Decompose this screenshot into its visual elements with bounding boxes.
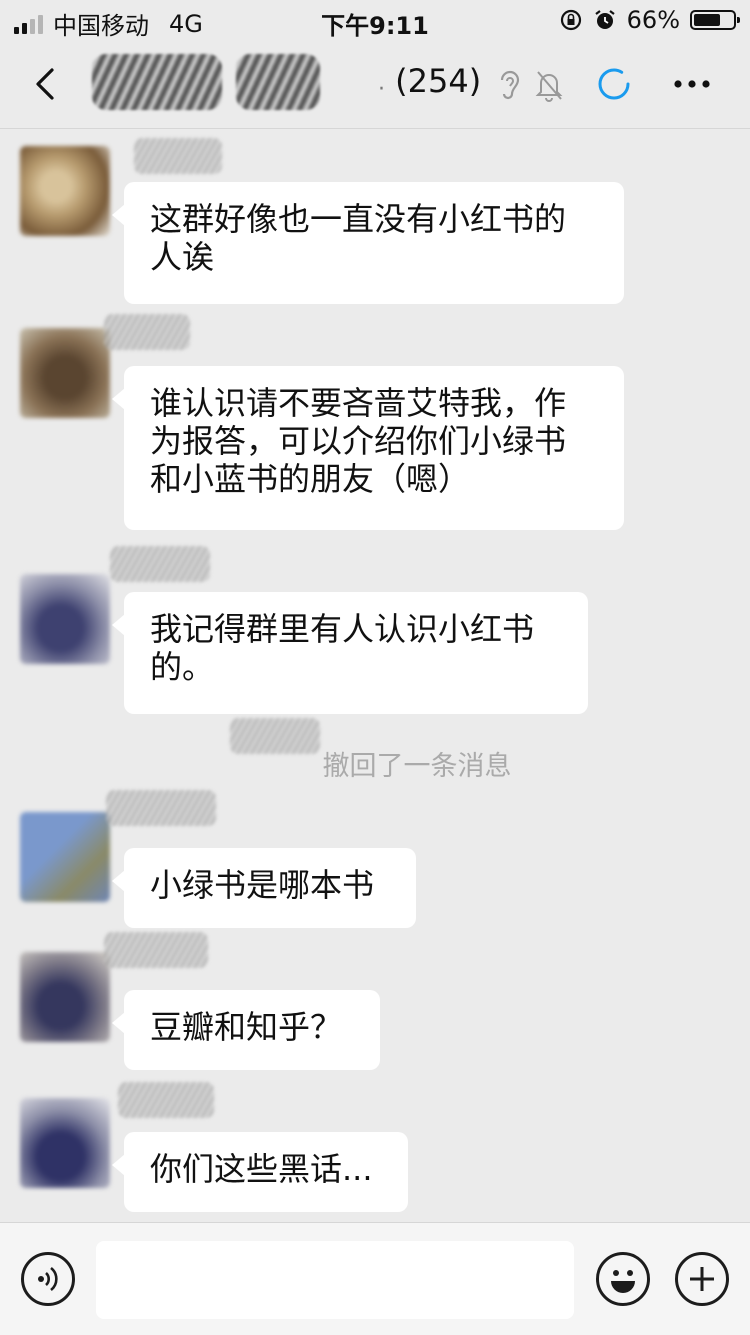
refresh-icon[interactable] [596, 66, 632, 102]
message-line: 的。 [150, 648, 215, 686]
message-bubble[interactable]: 豆瓣和知乎？ [112, 990, 380, 1070]
back-arrow-icon[interactable] [28, 62, 68, 106]
avatar[interactable] [20, 146, 110, 236]
sender-name-redacted [118, 1082, 214, 1118]
avatar[interactable] [20, 328, 110, 418]
message-bubble[interactable]: 这群好像也一直没有小红书的 人诶 [112, 182, 624, 304]
member-count: . (254) [378, 62, 482, 100]
message-line: 谁认识请不要吝啬艾特我，作 [150, 384, 567, 422]
battery-percent: 66% [626, 6, 680, 34]
plus-button[interactable] [675, 1252, 729, 1306]
message-line: 你们这些黑话... [150, 1150, 373, 1188]
message-line: 豆瓣和知乎？ [150, 1008, 343, 1046]
bell-muted-icon [535, 71, 563, 102]
message-bubble[interactable]: 谁认识请不要吝啬艾特我，作 为报答，可以介绍你们小绿书 和小蓝书的朋友（嗯） [112, 366, 624, 530]
avatar[interactable] [20, 812, 110, 902]
avatar[interactable] [20, 952, 110, 1042]
sender-name-redacted [110, 546, 210, 582]
avatar[interactable] [20, 1098, 110, 1188]
sender-name-redacted [134, 138, 222, 174]
message-line: 这群好像也一直没有小红书的 [150, 200, 567, 238]
status-bar: 中国移动 4G 下午9:11 66% [0, 0, 750, 40]
emoji-button[interactable] [596, 1252, 650, 1306]
plus-icon [690, 1267, 714, 1291]
message-line: 和小蓝书的朋友（嗯） [150, 460, 471, 498]
battery-icon [690, 10, 740, 30]
avatar[interactable] [20, 574, 110, 664]
message-bubble[interactable]: 你们这些黑话... [112, 1132, 408, 1212]
sender-name-redacted [104, 314, 190, 350]
input-bar [0, 1222, 750, 1335]
sender-name-redacted [104, 932, 208, 968]
emoji-icon [611, 1270, 635, 1293]
voice-button[interactable] [21, 1252, 75, 1306]
message-line: 为报答，可以介绍你们小绿书 [150, 422, 567, 460]
message-bubble[interactable]: 小绿书是哪本书 [112, 848, 416, 928]
message-line: 人诶 [150, 238, 215, 276]
chat-header: . (254) [0, 40, 750, 129]
message-line: 小绿书是哪本书 [150, 866, 375, 904]
voice-icon [38, 1266, 58, 1292]
message-line: 我记得群里有人认识小红书 [150, 610, 535, 648]
recall-notice: 撤回了一条消息 [322, 751, 512, 782]
message-input[interactable] [96, 1241, 574, 1319]
sender-name-redacted [106, 790, 216, 826]
message-bubble[interactable]: 我记得群里有人认识小红书 的。 [112, 592, 588, 714]
more-icon[interactable] [670, 68, 714, 100]
group-name-redacted-2 [236, 54, 320, 110]
ear-icon [500, 70, 520, 100]
alarm-icon [594, 10, 615, 29]
rotation-lock-icon [560, 9, 581, 31]
group-name-redacted [92, 54, 222, 110]
